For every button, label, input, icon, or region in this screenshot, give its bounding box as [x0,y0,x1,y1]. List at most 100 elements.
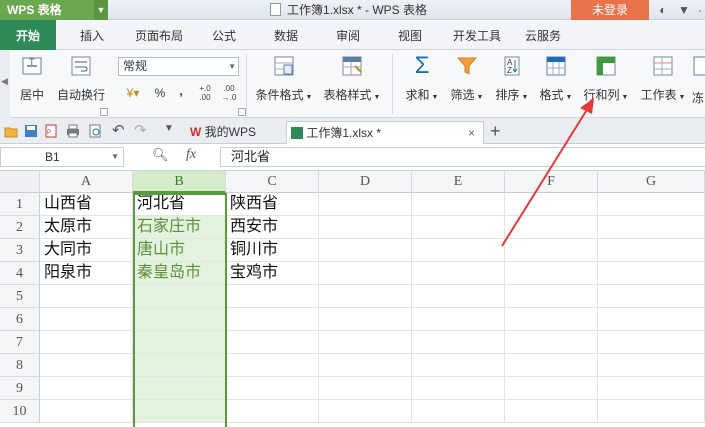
cell-a4[interactable]: 阳泉市 [40,262,133,285]
cell-c4[interactable]: 宝鸡市 [226,262,319,285]
cell-d2[interactable] [319,216,412,239]
cell-f7[interactable] [505,331,598,354]
cell-e6[interactable] [412,308,505,331]
format-button[interactable]: 格式 ▼ [536,54,576,106]
number-format-select[interactable]: 常规 ▼ [118,57,239,76]
tab-my-wps[interactable]: W 我的WPS [186,121,282,144]
cell-a5[interactable] [40,285,133,308]
cell-f6[interactable] [505,308,598,331]
tab-cloud[interactable]: 云服务 [516,20,570,50]
freeze-pane-button[interactable]: 冻 [692,54,705,106]
cell-a9[interactable] [40,377,133,400]
cell-g6[interactable] [598,308,705,331]
column-header-g[interactable]: G [598,171,705,193]
cell-b1[interactable]: 河北省 [133,193,226,216]
save-icon[interactable] [24,124,38,138]
cell-b2[interactable]: 石家庄市 [133,216,226,239]
app-menu-button[interactable]: WPS 表格 ▼ [0,0,108,20]
tab-formulas[interactable]: 公式 [200,20,248,50]
percent-button[interactable]: % [153,86,167,102]
zoom-search-icon[interactable]: 🔍︎ [152,147,169,163]
cell-d10[interactable] [319,400,412,423]
row-header[interactable]: 9 [0,377,40,400]
column-header-c[interactable]: C [226,171,319,193]
row-header[interactable]: 1 [0,193,40,216]
conditional-format-button[interactable]: 条件格式 ▼ [254,54,314,106]
cell-a10[interactable] [40,400,133,423]
row-header[interactable]: 5 [0,285,40,308]
chevron-down-icon[interactable]: ▼ [164,123,178,137]
row-header[interactable]: 10 [0,400,40,423]
column-header-f[interactable]: F [505,171,598,193]
cell-g10[interactable] [598,400,705,423]
cell-g4[interactable] [598,262,705,285]
cell-c1[interactable]: 陕西省 [226,193,319,216]
insert-function-button[interactable]: fx [186,147,196,163]
undo-icon[interactable]: ↶ [112,121,126,139]
cell-b10[interactable] [133,400,226,423]
cell-d6[interactable] [319,308,412,331]
cell-a7[interactable] [40,331,133,354]
cell-g7[interactable] [598,331,705,354]
cell-d1[interactable] [319,193,412,216]
row-header[interactable]: 3 [0,239,40,262]
cell-a1[interactable]: 山西省 [40,193,133,216]
wrap-text-button[interactable]: 自动换行 [56,54,106,106]
column-header-a[interactable]: A [40,171,133,193]
currency-button[interactable]: ¥▾ [122,86,144,102]
cell-b7[interactable] [133,331,226,354]
cell-e8[interactable] [412,354,505,377]
cell-f4[interactable] [505,262,598,285]
cell-g2[interactable] [598,216,705,239]
tab-page-layout[interactable]: 页面布局 [128,20,190,50]
cell-d7[interactable] [319,331,412,354]
tab-workbook[interactable]: 工作簿1.xlsx * × [286,121,484,144]
cell-e9[interactable] [412,377,505,400]
tab-review[interactable]: 审阅 [324,20,372,50]
sum-button[interactable]: Σ 求和 ▼ [402,54,442,106]
tab-start[interactable]: 开始 [0,20,56,50]
shirt-icon[interactable]: ▼ [676,2,692,18]
cell-c6[interactable] [226,308,319,331]
cell-c2[interactable]: 西安市 [226,216,319,239]
column-header-b[interactable]: B [133,171,226,193]
cell-c8[interactable] [226,354,319,377]
print-preview-icon[interactable] [88,124,102,138]
close-tab-icon[interactable]: × [468,122,475,144]
chevron-down-icon[interactable]: ▼ [94,0,108,20]
cell-b8[interactable] [133,354,226,377]
increase-decimal-button[interactable]: +.0.00 [196,84,214,104]
merge-center-button[interactable]: T 居中 [12,54,52,106]
worksheet-button[interactable]: 工作表 ▼ [638,54,688,106]
cell-d3[interactable] [319,239,412,262]
row-header[interactable]: 7 [0,331,40,354]
cell-b5[interactable] [133,285,226,308]
cell-e1[interactable] [412,193,505,216]
cell-e2[interactable] [412,216,505,239]
cell-e7[interactable] [412,331,505,354]
tab-developer[interactable]: 开发工具 [446,20,508,50]
comma-button[interactable]: , [176,84,186,100]
row-column-button[interactable]: 行和列 ▼ [580,54,632,106]
dialog-launcher-icon[interactable] [238,108,246,116]
cell-g1[interactable] [598,193,705,216]
login-button[interactable]: 未登录 [571,0,649,20]
dialog-launcher-icon[interactable] [100,108,108,116]
cell-e10[interactable] [412,400,505,423]
cell-g5[interactable] [598,285,705,308]
cell-e4[interactable] [412,262,505,285]
ribbon-scroll-left[interactable]: ◀ [0,50,10,118]
cell-c9[interactable] [226,377,319,400]
cell-c10[interactable] [226,400,319,423]
row-header[interactable]: 2 [0,216,40,239]
cell-a6[interactable] [40,308,133,331]
cell-f8[interactable] [505,354,598,377]
filter-button[interactable]: 筛选 ▼ [447,54,487,106]
cell-g8[interactable] [598,354,705,377]
cell-f9[interactable] [505,377,598,400]
select-all-corner[interactable] [0,171,40,193]
formula-input[interactable]: 河北省 [220,147,705,167]
cell-f2[interactable] [505,216,598,239]
name-box[interactable]: B1 ▼ [0,147,124,167]
window-control-icon[interactable]: · [692,2,705,18]
